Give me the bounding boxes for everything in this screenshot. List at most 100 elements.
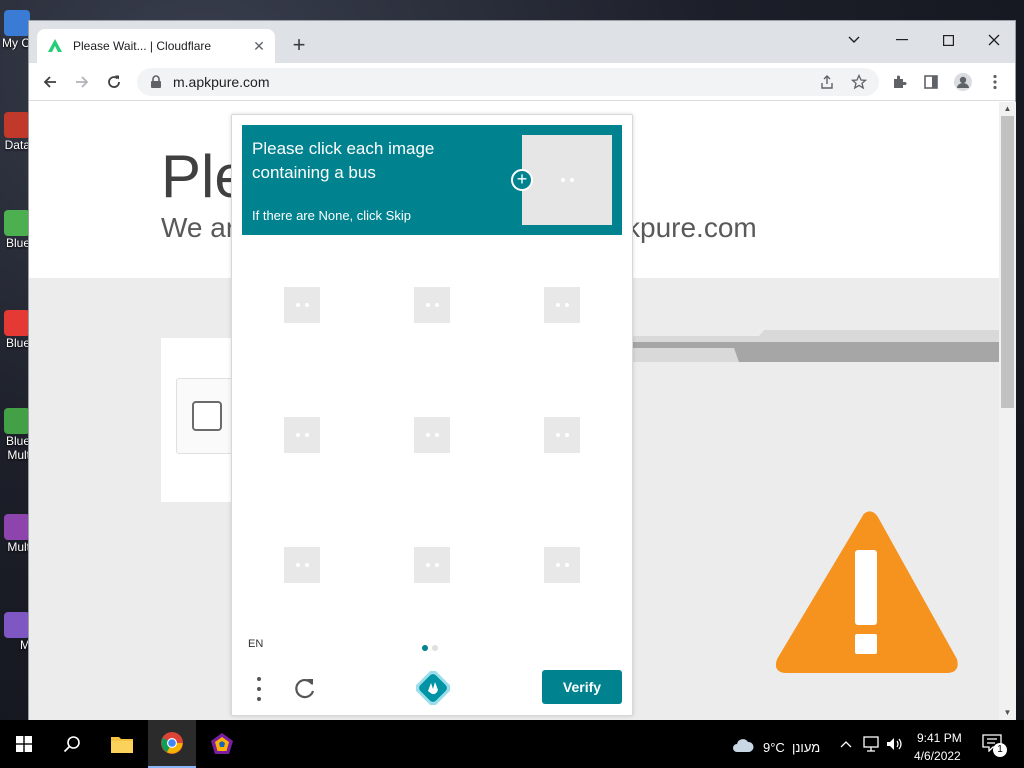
captcha-image-8[interactable] bbox=[372, 505, 492, 625]
taskbar: 9°C מעונן 9:41 PM 4/6/2022 1 bbox=[0, 720, 1024, 768]
puzzle-icon bbox=[894, 75, 907, 88]
captcha-image-3[interactable] bbox=[502, 245, 622, 365]
captcha-skip-hint: If there are None, click Skip bbox=[252, 208, 411, 223]
browser-toolbar: m.apkpure.com bbox=[29, 63, 1015, 101]
folder-icon bbox=[111, 737, 133, 753]
url-text: m.apkpure.com bbox=[173, 74, 270, 90]
tab-search-button[interactable] bbox=[831, 25, 877, 55]
forward-button[interactable] bbox=[70, 70, 94, 94]
plus-icon[interactable]: + bbox=[511, 169, 533, 191]
loading-dots-icon bbox=[284, 417, 320, 453]
maximize-icon bbox=[942, 34, 954, 46]
scroll-down-icon[interactable]: ▼ bbox=[999, 706, 1016, 720]
chevron-up-icon[interactable] bbox=[840, 740, 852, 748]
captcha-image-1[interactable] bbox=[242, 245, 362, 365]
search-button[interactable] bbox=[48, 720, 96, 768]
captcha-dialog: Please click each image containing a bus… bbox=[231, 114, 633, 716]
desktop-icon-multi[interactable]: Mult bbox=[0, 514, 30, 554]
hcaptcha-logo-icon bbox=[416, 671, 450, 705]
extensions-button[interactable] bbox=[887, 70, 911, 94]
bookmark-button[interactable] bbox=[847, 70, 871, 94]
file-explorer-button[interactable] bbox=[98, 720, 146, 768]
avatar-icon bbox=[954, 73, 972, 91]
star-icon bbox=[851, 74, 867, 90]
reload-icon bbox=[108, 75, 120, 88]
desktop-icon-data[interactable]: Data bbox=[0, 112, 30, 152]
back-button[interactable] bbox=[38, 70, 62, 94]
desktop-icon-label: M bbox=[20, 638, 30, 652]
captcha-image-9[interactable] bbox=[502, 505, 622, 625]
desktop-icon-blue-multi[interactable]: Blue Mult bbox=[0, 408, 30, 462]
loading-dots-icon bbox=[544, 417, 580, 453]
loading-dots-icon bbox=[414, 547, 450, 583]
page-indicator bbox=[422, 645, 438, 651]
desktop-icon-blue-1[interactable]: Blue bbox=[0, 210, 30, 250]
warning-icon bbox=[775, 511, 958, 673]
verify-button[interactable]: Verify bbox=[542, 670, 622, 704]
captcha-image-4[interactable] bbox=[242, 375, 362, 495]
clock-date[interactable]: 4/6/2022 bbox=[914, 749, 961, 763]
desktop-icon-blue-2[interactable]: Blue bbox=[0, 310, 30, 350]
language-selector[interactable]: EN bbox=[248, 638, 263, 650]
notification-center-button[interactable]: 1 bbox=[982, 734, 1007, 757]
app-icon bbox=[4, 112, 30, 138]
chevron-down-icon bbox=[848, 36, 860, 43]
side-panel-icon bbox=[924, 75, 938, 89]
profile-button[interactable] bbox=[951, 70, 975, 94]
minimize-icon bbox=[896, 39, 908, 41]
loading-dots-icon bbox=[414, 417, 450, 453]
network-icon[interactable] bbox=[862, 736, 880, 752]
desktop-icon-label: Mult bbox=[7, 540, 30, 554]
share-icon bbox=[821, 75, 833, 89]
weather-description[interactable]: מעונן bbox=[792, 740, 820, 755]
start-button[interactable] bbox=[0, 720, 48, 768]
refresh-icon[interactable] bbox=[292, 675, 318, 701]
reload-button[interactable] bbox=[102, 70, 126, 94]
challenge-checkbox[interactable] bbox=[192, 401, 222, 431]
captcha-image-5[interactable] bbox=[372, 375, 492, 495]
loading-dots-icon bbox=[414, 287, 450, 323]
page-scrollbar[interactable]: ▲ ▼ bbox=[999, 102, 1016, 720]
captcha-menu-button[interactable] bbox=[254, 675, 264, 703]
volume-icon[interactable] bbox=[886, 737, 904, 751]
tab-cloudflare[interactable]: Please Wait... | Cloudflare ✕ bbox=[37, 29, 275, 63]
loading-dots-icon bbox=[549, 162, 585, 198]
captcha-image-6[interactable] bbox=[502, 375, 622, 495]
scroll-thumb[interactable] bbox=[1001, 116, 1014, 408]
prompt-line-2: containing a bus bbox=[252, 163, 376, 182]
page-dot bbox=[432, 645, 438, 651]
desktop-icon-label: Blue Mult bbox=[5, 434, 30, 462]
loading-dots-icon bbox=[284, 547, 320, 583]
scroll-up-icon[interactable]: ▲ bbox=[999, 102, 1016, 116]
captcha-prompt: Please click each image containing a bus… bbox=[242, 125, 622, 235]
captcha-image-7[interactable] bbox=[242, 505, 362, 625]
captcha-image-2[interactable] bbox=[372, 245, 492, 365]
new-tab-button[interactable]: + bbox=[287, 33, 311, 57]
tab-close-icon[interactable]: ✕ bbox=[251, 38, 267, 55]
tab-title: Please Wait... | Cloudflare bbox=[73, 39, 212, 53]
maximize-button[interactable] bbox=[925, 25, 971, 55]
desktop-icon-m[interactable]: M bbox=[0, 612, 30, 652]
menu-button[interactable] bbox=[983, 70, 1007, 94]
notification-count-badge: 1 bbox=[993, 743, 1007, 757]
app-icon bbox=[4, 514, 30, 540]
minimize-button[interactable] bbox=[879, 25, 925, 55]
windows-icon bbox=[16, 736, 32, 752]
share-button[interactable] bbox=[815, 70, 839, 94]
close-window-button[interactable] bbox=[971, 25, 1017, 55]
arrow-right-icon bbox=[76, 76, 89, 88]
desktop-icon-my-computer[interactable]: My C bbox=[0, 10, 30, 50]
app-icon bbox=[4, 612, 30, 638]
side-panel-button[interactable] bbox=[919, 70, 943, 94]
captcha-prompt-text: Please click each image containing a bus bbox=[252, 137, 452, 185]
clock-time[interactable]: 9:41 PM bbox=[917, 731, 962, 745]
search-icon bbox=[63, 736, 80, 753]
address-bar[interactable]: m.apkpure.com bbox=[137, 68, 879, 96]
app-taskbar-button[interactable] bbox=[198, 720, 246, 768]
page-decor-band bbox=[629, 330, 999, 362]
desktop-icon-label: My C bbox=[2, 36, 30, 50]
tab-strip: Please Wait... | Cloudflare ✕ + bbox=[29, 21, 1015, 63]
weather-temperature[interactable]: 9°C bbox=[763, 740, 785, 755]
page-subtitle-left: We ar bbox=[161, 212, 236, 243]
chrome-taskbar-button[interactable] bbox=[148, 720, 196, 768]
